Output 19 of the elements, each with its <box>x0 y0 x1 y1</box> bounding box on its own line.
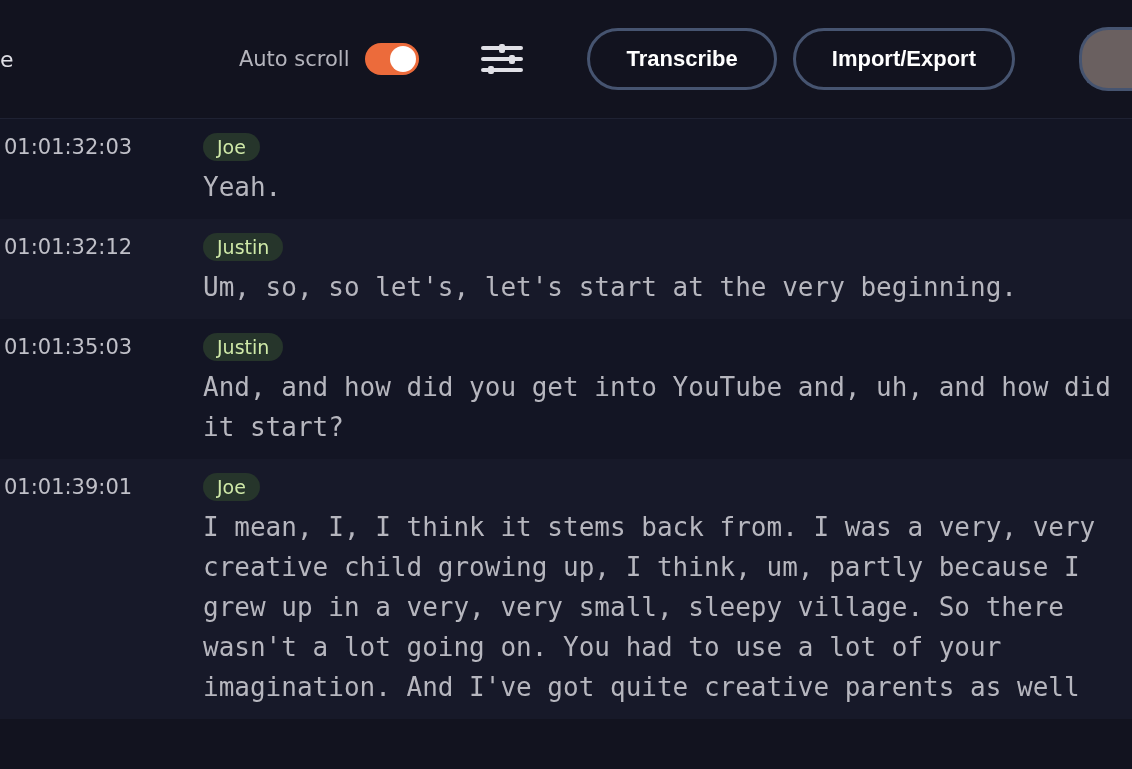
sliders-icon[interactable] <box>481 44 524 74</box>
speaker-tag[interactable]: Justin <box>203 333 284 361</box>
timestamp: 01:01:32:12 <box>4 235 133 259</box>
transcript-text: I mean, I, I think it stems back from. I was a very, very creative child growing up, I think, um, partly because I grew up in a very, very small, sleepy village. So there wasn't a lot going on. You had to use a lot of your imagination. And I've got quite creative parents as well <box>203 511 1097 704</box>
speaker-tag[interactable]: Justin <box>203 233 284 261</box>
avatar[interactable] <box>1079 27 1132 91</box>
timestamp: 01:01:32:03 <box>4 135 133 159</box>
auto-scroll-toggle[interactable] <box>365 43 420 75</box>
speaker-tag[interactable]: Joe <box>203 473 260 501</box>
transcribe-button[interactable]: Transcribe <box>587 28 777 90</box>
page-title: e <box>0 46 14 72</box>
speaker-tag[interactable]: Joe <box>203 133 260 161</box>
timestamp: 01:01:39:01 <box>4 475 133 499</box>
transcript-text: Yeah. <box>203 171 283 204</box>
transcript-text: And, and how did you get into YouTube and, uh, and how did it start? <box>203 371 1112 444</box>
transcript-text: Um, so, so let's, let's start at the very beginning. <box>203 271 1018 304</box>
auto-scroll-label: Auto scroll <box>238 47 350 71</box>
timestamp: 01:01:35:03 <box>4 335 133 359</box>
import-export-button[interactable]: Import/Export <box>792 28 1015 90</box>
